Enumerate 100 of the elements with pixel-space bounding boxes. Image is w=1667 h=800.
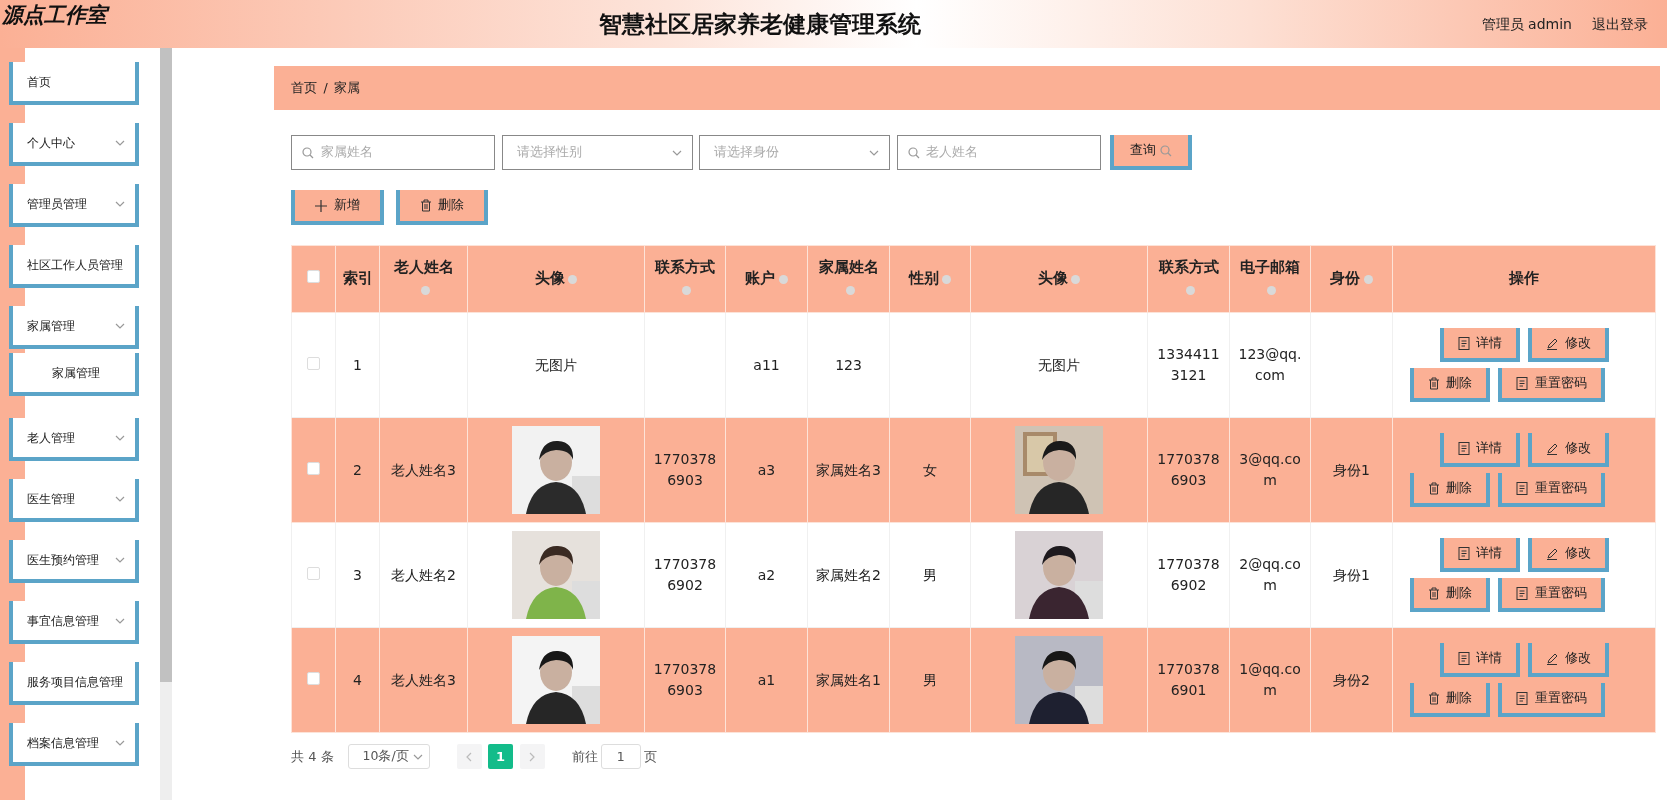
action-button[interactable]: 详情 <box>1439 538 1520 572</box>
action-button[interactable]: 删除 <box>1409 578 1490 612</box>
sidebar-item[interactable]: 管理员管理 <box>9 184 139 227</box>
action-button[interactable]: 删除 <box>1409 683 1490 717</box>
scrollbar-thumb[interactable] <box>160 48 172 682</box>
table-cell: 家属姓名1 <box>816 671 881 688</box>
sort-icon[interactable] <box>682 285 692 295</box>
total-count: 共 4 条 <box>291 747 334 766</box>
action-button[interactable]: 修改 <box>1528 538 1609 572</box>
sort-icon[interactable] <box>778 274 788 284</box>
previous-page-button[interactable] <box>456 744 482 769</box>
action-button[interactable]: 重置密码 <box>1498 683 1605 717</box>
trash-icon <box>1427 376 1440 390</box>
sidebar-item[interactable]: 事宜信息管理 <box>9 601 139 644</box>
column-header[interactable]: 头像 <box>534 270 565 287</box>
page-title: 智慧社区居家养老健康管理系统 <box>599 10 922 37</box>
trash-icon <box>1427 691 1440 705</box>
column-header[interactable]: 联系方式 <box>655 259 715 276</box>
table-cell: 1@qq.com <box>1239 661 1301 698</box>
column-header[interactable]: 性别 <box>908 270 939 287</box>
table-cell: 3@qq.com <box>1239 451 1301 488</box>
chevron-down-icon <box>115 322 125 329</box>
column-header[interactable]: 家属姓名 <box>818 259 879 276</box>
table-cell: 17703786903 <box>653 661 717 698</box>
trash-icon <box>419 199 432 212</box>
sort-icon[interactable] <box>1363 274 1373 284</box>
sort-icon[interactable] <box>845 285 855 295</box>
sidebar-item[interactable]: 老人管理 <box>9 418 139 461</box>
sidebar-item[interactable]: 家属管理 <box>9 306 139 349</box>
checkbox[interactable] <box>307 671 320 685</box>
logout-link[interactable]: 退出登录 <box>1591 13 1648 35</box>
sort-icon[interactable] <box>942 274 952 284</box>
action-button[interactable]: 重置密码 <box>1498 578 1605 612</box>
action-button[interactable]: 重置密码 <box>1498 368 1605 402</box>
column-header[interactable]: 账户 <box>745 270 776 287</box>
add-button[interactable]: 新增 <box>291 190 384 225</box>
column-header: 索引 <box>342 270 373 287</box>
breadcrumb-item[interactable]: 首页 <box>291 78 317 98</box>
action-button[interactable]: 详情 <box>1439 328 1520 362</box>
chevron-down-icon <box>115 739 125 746</box>
table-cell: a2 <box>757 566 776 583</box>
table-cell: 17703786903 <box>1157 451 1220 488</box>
sidebar-subitem[interactable]: 家属管理 <box>9 353 139 396</box>
table-cell: 家属姓名2 <box>816 566 881 583</box>
column-header[interactable]: 身份 <box>1330 270 1361 287</box>
chevron-right-icon <box>529 752 536 763</box>
checkbox[interactable] <box>307 270 320 284</box>
column-header[interactable]: 头像 <box>1037 270 1068 287</box>
action-button[interactable]: 重置密码 <box>1498 473 1605 507</box>
query-button[interactable]: 查询 <box>1110 135 1192 170</box>
page-input[interactable]: 1 <box>600 744 641 769</box>
pencil-icon <box>1546 546 1558 560</box>
sidebar-item[interactable]: 社区工作人员管理 <box>9 245 139 288</box>
checkbox[interactable] <box>307 356 320 370</box>
table-cell: a3 <box>757 461 776 478</box>
action-button[interactable]: 详情 <box>1439 433 1520 467</box>
user-label: 管理员 admin <box>1481 14 1572 34</box>
checkbox[interactable] <box>307 566 320 580</box>
plus-icon <box>315 199 327 212</box>
sidebar-item[interactable]: 服务项目信息管理 <box>9 662 139 705</box>
sort-icon[interactable] <box>1071 274 1081 284</box>
delete-button[interactable]: 删除 <box>395 190 488 225</box>
document-icon <box>1516 586 1528 600</box>
sort-icon[interactable] <box>420 285 430 295</box>
search-icon <box>302 146 314 159</box>
sidebar-item[interactable]: 医生管理 <box>9 479 139 522</box>
action-button[interactable]: 修改 <box>1528 643 1609 677</box>
action-button[interactable]: 详情 <box>1439 643 1520 677</box>
sidebar-item[interactable]: 医生预约管理 <box>9 540 139 583</box>
table-cell: 1 <box>353 356 362 373</box>
table-cell: 123 <box>835 356 862 373</box>
action-button[interactable]: 修改 <box>1528 328 1609 362</box>
column-header[interactable]: 联系方式 <box>1158 259 1219 276</box>
chevron-down-icon <box>671 149 682 156</box>
next-page-button[interactable] <box>519 744 545 769</box>
sidebar-item[interactable]: 首页 <box>9 62 139 105</box>
sidebar-item[interactable]: 个人中心 <box>9 123 139 166</box>
table-cell: 老人姓名3 <box>391 461 456 478</box>
table-cell: a11 <box>753 356 780 373</box>
breadcrumb-separator: / <box>323 78 328 97</box>
page-size-select[interactable]: 10条/页 <box>347 744 430 769</box>
trash-icon <box>1427 481 1440 495</box>
document-icon <box>1457 546 1470 560</box>
chevron-down-icon <box>115 556 125 563</box>
checkbox[interactable] <box>307 461 320 475</box>
table-cell: 2 <box>353 461 362 478</box>
table-cell: 男 <box>923 671 937 688</box>
sort-icon[interactable] <box>568 274 578 284</box>
sidebar-item[interactable]: 档案信息管理 <box>9 723 139 766</box>
chevron-down-icon <box>115 495 125 502</box>
column-header[interactable]: 电子邮箱 <box>1240 259 1300 276</box>
action-button[interactable]: 删除 <box>1409 473 1490 507</box>
action-button[interactable]: 删除 <box>1409 368 1490 402</box>
sort-icon[interactable] <box>1185 285 1195 295</box>
table-cell: 2@qq.com <box>1239 556 1301 593</box>
table-cell: 4 <box>353 671 362 688</box>
action-button[interactable]: 修改 <box>1528 433 1609 467</box>
column-header[interactable]: 老人姓名 <box>393 259 454 276</box>
table-cell: 老人姓名2 <box>391 566 456 583</box>
sort-icon[interactable] <box>1267 285 1277 295</box>
